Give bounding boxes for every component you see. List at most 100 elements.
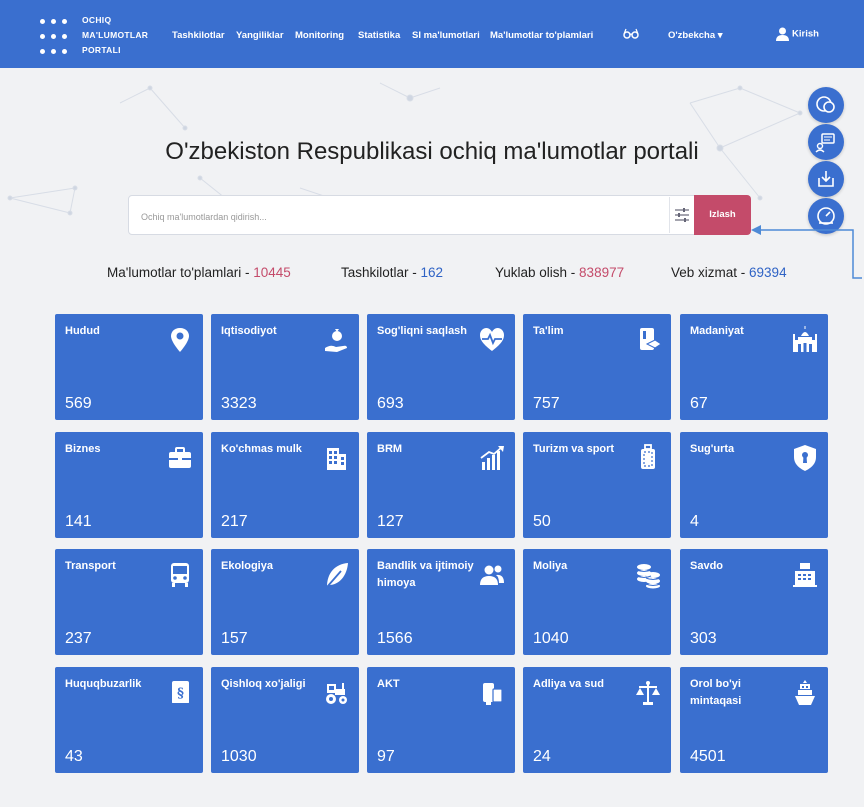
people-icon (480, 565, 504, 585)
side-download-button[interactable] (808, 161, 844, 197)
download-icon (818, 171, 834, 187)
category-card[interactable]: Ko'chmas mulk 217 (211, 432, 359, 538)
category-card[interactable]: Iqtisodiyot 3323 (211, 314, 359, 420)
category-count: 50 (533, 513, 551, 530)
category-card[interactable]: Hudud 569 (55, 314, 203, 420)
category-count: 217 (221, 513, 248, 530)
category-title: Sug'urta (690, 443, 735, 455)
briefcase-icon (169, 447, 191, 468)
category-count: 1030 (221, 748, 257, 765)
category-title: Biznes (65, 443, 101, 455)
category-title: Moliya (533, 560, 568, 572)
category-title: Ta'lim (533, 325, 564, 337)
category-title: Savdo (690, 560, 724, 572)
category-count: 569 (65, 395, 92, 412)
location-pin-icon (171, 328, 189, 352)
accessibility-glasses-icon[interactable] (623, 26, 639, 42)
category-card[interactable]: BRM 127 (367, 432, 515, 538)
category-title: Bandlik va ijtimoiy himoya (377, 560, 474, 589)
category-card[interactable]: Orol bo'yi mintaqasi 4501 (680, 667, 828, 773)
nav-tashkilotlar[interactable]: Tashkilotlar (172, 30, 225, 41)
stat-web-services: Veb xizmat - 69394 (671, 265, 787, 280)
category-title: Orol bo'yi mintaqasi (690, 678, 742, 707)
money-hand-icon (325, 329, 347, 352)
category-title: Ekologiya (221, 560, 273, 572)
category-title: Qishloq xo'jaligi (221, 678, 306, 690)
category-card[interactable]: Sog'liqni saqlash 693 (367, 314, 515, 420)
category-count: 303 (690, 630, 717, 647)
nav-statistika[interactable]: Statistika (358, 30, 400, 41)
category-count: 24 (533, 748, 551, 765)
category-title: Adliya va sud (533, 678, 604, 690)
stat-datasets: Ma'lumotlar to'plamlari - 10445 (107, 265, 291, 280)
login-button[interactable]: Kirish (776, 27, 819, 41)
category-title: Madaniyat (690, 325, 744, 337)
cash-register-icon (793, 563, 817, 587)
bus-icon (171, 563, 189, 587)
top-navigation-bar: OCHIQ MA'LUMOTLAR PORTALI Tashkilotlar Y… (0, 0, 864, 68)
portal-logo[interactable]: OCHIQ MA'LUMOTLAR PORTALI (38, 13, 158, 59)
category-title: BRM (377, 443, 403, 455)
ship-icon (795, 680, 815, 705)
language-selector[interactable]: O'zbekcha ▾ (668, 30, 723, 41)
category-title: Huquqbuzarlik (65, 678, 142, 690)
category-count: 237 (65, 630, 92, 647)
category-card[interactable]: AKT 97 (367, 667, 515, 773)
category-count: 67 (690, 395, 708, 412)
building-icon (327, 448, 346, 470)
nav-monitoring[interactable]: Monitoring (295, 30, 344, 41)
category-count: 1566 (377, 630, 413, 647)
category-card[interactable]: Ta'lim 757 (523, 314, 671, 420)
category-title: Transport (65, 560, 116, 572)
category-count: 4501 (690, 748, 726, 765)
category-title: AKT (377, 678, 400, 690)
category-card[interactable]: Savdo 303 (680, 549, 828, 655)
category-card[interactable]: Moliya 1040 (523, 549, 671, 655)
category-count: 693 (377, 395, 404, 412)
category-count: 757 (533, 395, 560, 412)
category-card[interactable]: Sug'urta 4 (680, 432, 828, 538)
stat-organizations: Tashkilotlar - 162 (341, 265, 444, 280)
svg-text:§: § (177, 686, 184, 701)
category-title: Turizm va sport (533, 443, 615, 455)
category-card[interactable]: Biznes 141 (55, 432, 203, 538)
category-count: 4 (690, 513, 699, 530)
category-title: Ko'chmas mulk (221, 443, 302, 455)
nav-malumotlar-toplamlari[interactable]: Ma'lumotlar to'plamlari (490, 30, 593, 41)
suitcase-icon (641, 444, 655, 469)
category-card[interactable]: Qishloq xo'jaligi 1030 (211, 667, 359, 773)
filter-button[interactable] (669, 197, 694, 233)
category-title: Iqtisodiyot (221, 325, 277, 337)
category-card[interactable]: Transport 237 (55, 549, 203, 655)
heart-pulse-icon (480, 328, 504, 351)
mosque-icon (793, 326, 817, 352)
category-card[interactable]: Ekologiya 157 (211, 549, 359, 655)
logo-text: OCHIQ MA'LUMOTLAR PORTALI (82, 15, 149, 55)
growth-chart-icon (480, 446, 504, 470)
category-count: 3323 (221, 395, 257, 412)
tractor-icon (326, 683, 347, 704)
category-count: 97 (377, 748, 395, 765)
scales-icon (636, 681, 660, 705)
shield-keyhole-icon (794, 445, 816, 471)
graduation-book-icon (640, 328, 661, 350)
category-card[interactable]: Madaniyat 67 (680, 314, 828, 420)
nav-yangiliklar[interactable]: Yangiliklar (236, 30, 284, 41)
search-input[interactable] (139, 206, 663, 228)
user-icon (776, 27, 789, 41)
category-title: Sog'liqni saqlash (377, 325, 468, 337)
search-button[interactable]: Izlash (694, 195, 751, 235)
category-count: 157 (221, 630, 248, 647)
side-chat-button[interactable] (808, 87, 844, 123)
category-card[interactable]: Turizm va sport 50 (523, 432, 671, 538)
category-card[interactable]: Bandlik va ijtimoiy himoya 1566 (367, 549, 515, 655)
chat-bubbles-icon (816, 96, 835, 113)
category-card[interactable]: Adliya va sud 24 (523, 667, 671, 773)
coins-stack-icon (636, 564, 661, 589)
stat-downloads: Yuklab olish - 838977 (495, 265, 625, 280)
nav-si-malumotlari[interactable]: SI ma'lumotlari (412, 30, 480, 41)
page-title: O'zbekiston Respublikasi ochiq ma'lumotl… (165, 138, 699, 165)
category-card[interactable]: Huquqbuzarlik 43 § (55, 667, 203, 773)
law-book-icon: § (172, 681, 189, 705)
category-count: 127 (377, 513, 404, 530)
